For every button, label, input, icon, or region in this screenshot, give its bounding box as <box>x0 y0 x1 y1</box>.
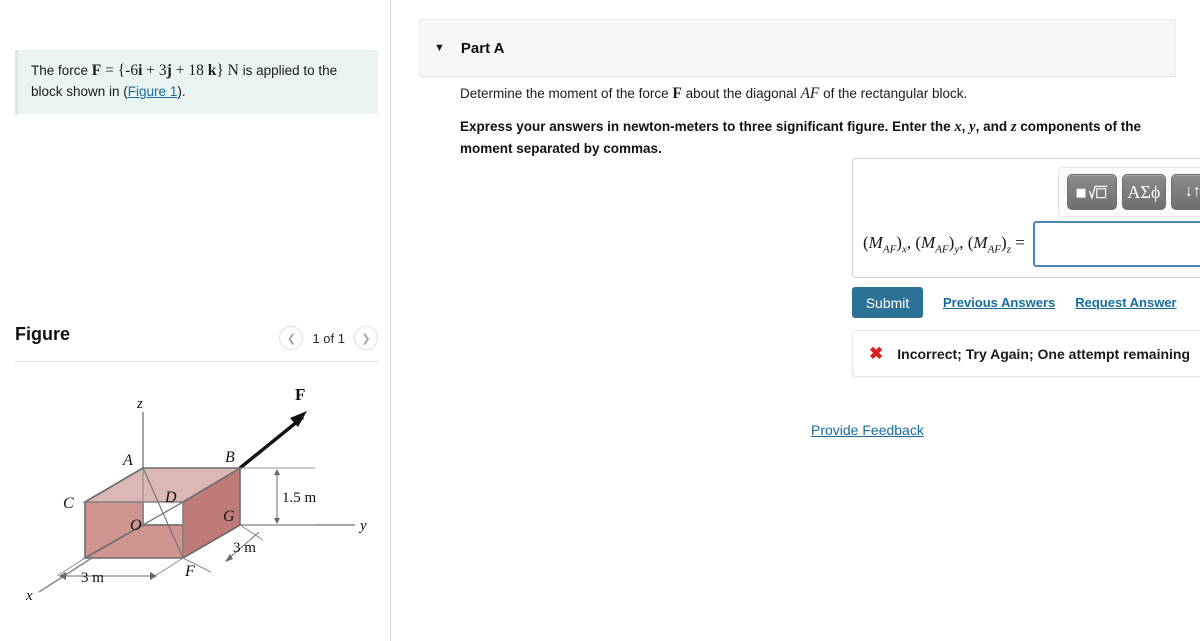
label-vertex-O: O <box>130 517 142 534</box>
label-vertex-F: F <box>184 563 195 580</box>
dim-height-arrow-down <box>274 518 280 524</box>
answer-row: (MAF)x, (MAF)y, (MAF)z = N · m <box>863 221 1200 267</box>
label-vertex-D: D <box>164 489 177 506</box>
figure-next-button[interactable]: ❯ <box>354 326 378 350</box>
template-icon <box>1076 185 1108 200</box>
question-prompt: Determine the moment of the force F abou… <box>460 82 1160 105</box>
label-vertex-C: C <box>63 495 74 512</box>
page-root: The force F = {-6i + 3j + 18 k} N is app… <box>0 0 1200 641</box>
instr-segment-a: Express your answers in newton-meters to… <box>460 119 955 135</box>
figure-diagram[interactable]: z y x A B C D O F G F 1.5 m 3 m 3 m <box>15 380 385 630</box>
instr-comma: , <box>961 119 970 135</box>
answer-input[interactable] <box>1032 221 1200 267</box>
problem-equals: = {-6 <box>101 62 139 79</box>
problem-plus-two: + 18 <box>171 62 208 79</box>
right-panel: ▼ Part A Determine the moment of the for… <box>392 0 1200 641</box>
label-dim-height: 1.5 m <box>282 490 317 506</box>
label-y-axis: y <box>358 518 367 534</box>
label-m-y: M <box>921 232 936 252</box>
figure-pagination: ❮ 1 of 1 ❯ <box>279 326 378 350</box>
label-m-z: M <box>973 232 988 252</box>
chevron-right-icon: ❯ <box>361 332 371 345</box>
problem-text-lead: The force <box>31 63 92 78</box>
feedback-banner: ✖ Incorrect; Try Again; One attempt rema… <box>852 330 1200 377</box>
answer-label: (MAF)x, (MAF)y, (MAF)z = <box>863 232 1025 256</box>
label-dim-width: 3 m <box>81 570 104 586</box>
question-instructions: Express your answers in newton-meters to… <box>460 116 1160 159</box>
feedback-message: Incorrect; Try Again; One attempt remain… <box>897 345 1191 362</box>
newton-unit: N <box>227 62 239 79</box>
arrows-button[interactable]: ↓↑ <box>1170 174 1200 210</box>
label-sub-af-z: AF <box>987 243 1002 256</box>
figure-counter: 1 of 1 <box>312 330 345 346</box>
answer-card: ΑΣϕ ↓↑ vec <box>852 158 1200 278</box>
problem-plus-one: + 3 <box>142 62 167 79</box>
label-equals: = <box>1015 232 1025 252</box>
label-vertex-B: B <box>225 449 235 466</box>
prompt-diagonal-af: AF <box>800 85 820 102</box>
template-button[interactable] <box>1067 174 1117 210</box>
figure-panel-title: Figure <box>15 324 71 344</box>
up-down-arrows-icon: ↓↑ <box>1184 183 1200 200</box>
block-diagram-svg: z y x A B C D O F G F 1.5 m 3 m 3 m <box>25 385 367 604</box>
instr-var-x: x <box>954 119 962 136</box>
label-sub-af-x: AF <box>882 243 897 256</box>
dim-width-guide-b <box>154 557 184 577</box>
figure-header: Figure ❮ 1 of 1 ❯ <box>15 324 378 362</box>
force-vector-line <box>238 415 305 470</box>
dim-height-arrow-up <box>274 469 280 475</box>
caret-down-icon[interactable]: ▼ <box>434 42 445 54</box>
submit-row: Submit Previous Answers Request Answer <box>852 287 1177 318</box>
provide-feedback-link[interactable]: Provide Feedback <box>811 422 924 438</box>
request-answer-link[interactable]: Request Answer <box>1075 295 1176 310</box>
prompt-force-symbol: F <box>672 85 682 102</box>
x-mark-icon: ✖ <box>869 343 884 363</box>
label-force-vector: F <box>295 385 305 404</box>
figure-prev-button[interactable]: ❮ <box>279 326 304 350</box>
instr-and: , and <box>975 119 1011 135</box>
prompt-segment-c: of the rectangular block. <box>819 86 968 101</box>
dim-depth-guide-a <box>239 524 264 541</box>
figure-1-link[interactable]: Figure 1 <box>128 84 178 99</box>
part-a-header[interactable]: ▼ Part A <box>419 19 1176 77</box>
dim-width-arrow-right <box>150 572 157 580</box>
force-symbol: F <box>91 62 102 79</box>
greek-symbols-button[interactable]: ΑΣϕ <box>1121 174 1166 210</box>
label-x-axis: x <box>25 588 33 604</box>
label-vertex-A: A <box>122 452 133 469</box>
left-panel: The force F = {-6i + 3j + 18 k} N is app… <box>0 0 391 641</box>
previous-answers-link[interactable]: Previous Answers <box>943 295 1055 310</box>
prompt-segment-b: about the diagonal <box>681 86 801 101</box>
label-vertex-G: G <box>223 508 235 525</box>
chevron-left-icon: ❮ <box>286 332 297 345</box>
math-toolbar: ΑΣϕ ↓↑ vec <box>1058 167 1200 217</box>
problem-close-brace: } <box>216 62 228 79</box>
label-m-x: M <box>868 232 883 252</box>
submit-button[interactable]: Submit <box>852 287 923 318</box>
problem-statement: The force F = {-6i + 3j + 18 k} N is app… <box>15 50 378 115</box>
label-z-axis: z <box>136 396 143 412</box>
greek-symbols-icon: ΑΣϕ <box>1127 181 1161 202</box>
question-body: Determine the moment of the force F abou… <box>460 82 1160 160</box>
label-dim-depth: 3 m <box>233 540 256 556</box>
part-title: Part A <box>460 39 505 57</box>
label-sub-af-y: AF <box>935 243 949 256</box>
problem-text-end: ). <box>177 84 186 100</box>
prompt-segment-a: Determine the moment of the force <box>460 86 673 101</box>
